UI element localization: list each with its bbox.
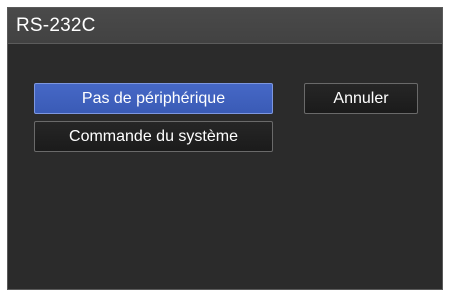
title-bar: RS-232C — [8, 8, 442, 44]
cancel-button[interactable]: Annuler — [304, 83, 418, 114]
system-command-button[interactable]: Commande du système — [34, 121, 273, 152]
no-device-button[interactable]: Pas de périphérique — [34, 83, 273, 114]
rs232c-dialog: RS-232C Pas de périphérique Commande du … — [7, 7, 443, 290]
dialog-title: RS-232C — [16, 14, 96, 36]
